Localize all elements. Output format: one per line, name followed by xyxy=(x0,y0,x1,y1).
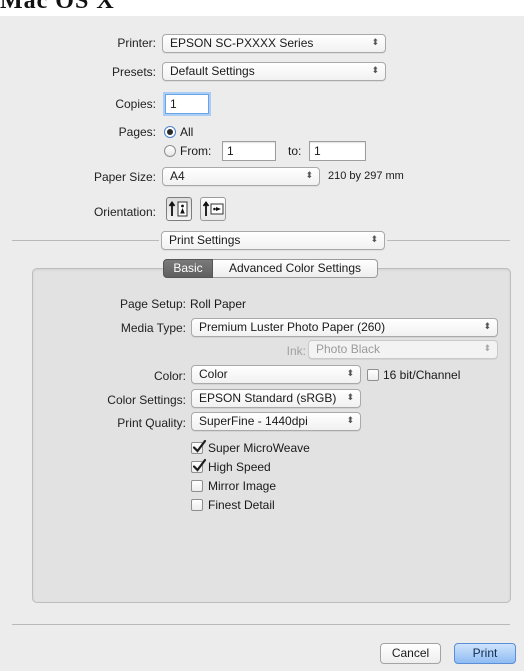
super-microweave-label: Super MicroWeave xyxy=(208,441,310,455)
tab-advanced-color-settings[interactable]: Advanced Color Settings xyxy=(213,259,378,278)
presets-popup[interactable]: Default Settings ⬍ xyxy=(162,62,386,81)
paper-size-label: Paper Size: xyxy=(93,170,156,184)
paper-size-popup[interactable]: A4 ⬍ xyxy=(162,167,320,186)
print-quality-label: Print Quality: xyxy=(117,416,186,430)
page-header: Mac OS X xyxy=(0,0,524,16)
popup-arrows-icon: ⬍ xyxy=(346,369,354,379)
color-value: Color xyxy=(199,367,228,381)
high-speed-checkbox[interactable] xyxy=(191,458,207,473)
orientation-label: Orientation: xyxy=(93,205,156,219)
footer-divider xyxy=(12,624,510,625)
color-settings-value: EPSON Standard (sRGB) xyxy=(199,391,337,405)
printer-value: EPSON SC-PXXXX Series xyxy=(170,36,314,50)
popup-arrows-icon: ⬍ xyxy=(371,66,379,76)
popup-arrows-icon: ⬍ xyxy=(305,171,313,181)
pages-all-radio[interactable] xyxy=(164,126,176,138)
popup-arrows-icon: ⬍ xyxy=(370,235,378,245)
finest-detail-checkbox[interactable] xyxy=(191,499,203,511)
presets-value: Default Settings xyxy=(170,64,255,78)
mirror-image-checkbox[interactable] xyxy=(191,480,203,492)
section-popup[interactable]: Print Settings ⬍ xyxy=(161,231,385,250)
landscape-button[interactable] xyxy=(200,197,226,221)
section-divider-right xyxy=(387,240,510,241)
pages-all-label: All xyxy=(180,125,194,139)
popup-arrows-icon: ⬍ xyxy=(483,344,491,354)
page-setup-label: Page Setup: xyxy=(119,297,186,311)
presets-label: Presets: xyxy=(111,65,156,79)
tab-basic[interactable]: Basic xyxy=(163,259,213,278)
section-popup-value: Print Settings xyxy=(169,233,241,247)
printer-popup[interactable]: EPSON SC-PXXXX Series ⬍ xyxy=(162,34,386,53)
popup-arrows-icon: ⬍ xyxy=(346,416,354,426)
portrait-orientation-icon xyxy=(168,200,188,217)
bit16-label: 16 bit/Channel xyxy=(383,368,461,382)
color-settings-label: Color Settings: xyxy=(107,393,186,407)
paper-size-value: A4 xyxy=(170,169,185,183)
copies-label: Copies: xyxy=(115,97,156,111)
pages-from-radio[interactable] xyxy=(164,145,176,157)
landscape-orientation-icon xyxy=(202,200,224,216)
portrait-button[interactable] xyxy=(166,197,192,221)
popup-arrows-icon: ⬍ xyxy=(346,393,354,403)
ink-value: Photo Black xyxy=(316,342,381,356)
paper-dimensions: 210 by 297 mm xyxy=(328,170,404,182)
print-quality-popup[interactable]: SuperFine - 1440dpi ⬍ xyxy=(191,412,361,431)
high-speed-label: High Speed xyxy=(208,460,271,474)
header-title: Mac OS X xyxy=(0,0,115,14)
checkmark-icon xyxy=(192,458,207,472)
page-setup-value: Roll Paper xyxy=(190,297,247,311)
color-popup[interactable]: Color ⬍ xyxy=(191,365,361,384)
mirror-image-label: Mirror Image xyxy=(208,479,277,493)
media-type-value: Premium Luster Photo Paper (260) xyxy=(199,320,386,334)
ink-label: Ink: xyxy=(286,344,306,358)
section-divider-left xyxy=(12,240,159,241)
ink-popup: Photo Black ⬍ xyxy=(308,340,498,359)
cancel-button[interactable]: Cancel xyxy=(380,643,441,664)
print-button[interactable]: Print xyxy=(454,643,516,664)
pages-label: Pages: xyxy=(118,125,156,139)
popup-arrows-icon: ⬍ xyxy=(483,322,491,332)
media-type-label: Media Type: xyxy=(120,321,186,335)
color-settings-popup[interactable]: EPSON Standard (sRGB) ⬍ xyxy=(191,389,361,408)
color-label: Color: xyxy=(153,369,186,383)
pages-to-label: to: xyxy=(288,144,302,158)
super-microweave-checkbox[interactable] xyxy=(191,439,207,454)
finest-detail-label: Finest Detail xyxy=(208,498,275,512)
bit16-checkbox[interactable] xyxy=(367,369,379,381)
print-quality-value: SuperFine - 1440dpi xyxy=(199,414,308,428)
pages-to-field[interactable]: 1 xyxy=(309,141,366,161)
popup-arrows-icon: ⬍ xyxy=(371,38,379,48)
pages-from-field[interactable]: 1 xyxy=(222,141,276,161)
checkmark-icon xyxy=(192,439,207,453)
media-type-popup[interactable]: Premium Luster Photo Paper (260) ⬍ xyxy=(191,318,498,337)
printer-label: Printer: xyxy=(117,36,156,50)
pages-from-label: From: xyxy=(180,144,212,158)
copies-field[interactable]: 1 xyxy=(165,94,209,114)
